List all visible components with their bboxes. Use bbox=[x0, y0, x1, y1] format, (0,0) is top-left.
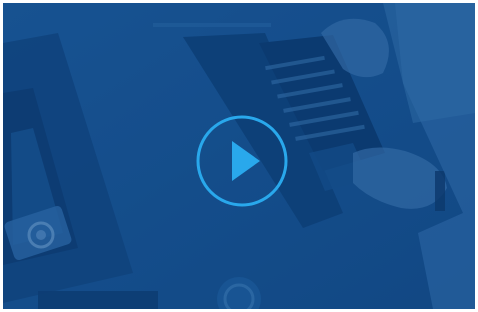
play-button[interactable] bbox=[196, 115, 288, 207]
play-icon bbox=[196, 115, 288, 207]
page-frame bbox=[0, 0, 478, 312]
video-player[interactable] bbox=[3, 3, 475, 309]
